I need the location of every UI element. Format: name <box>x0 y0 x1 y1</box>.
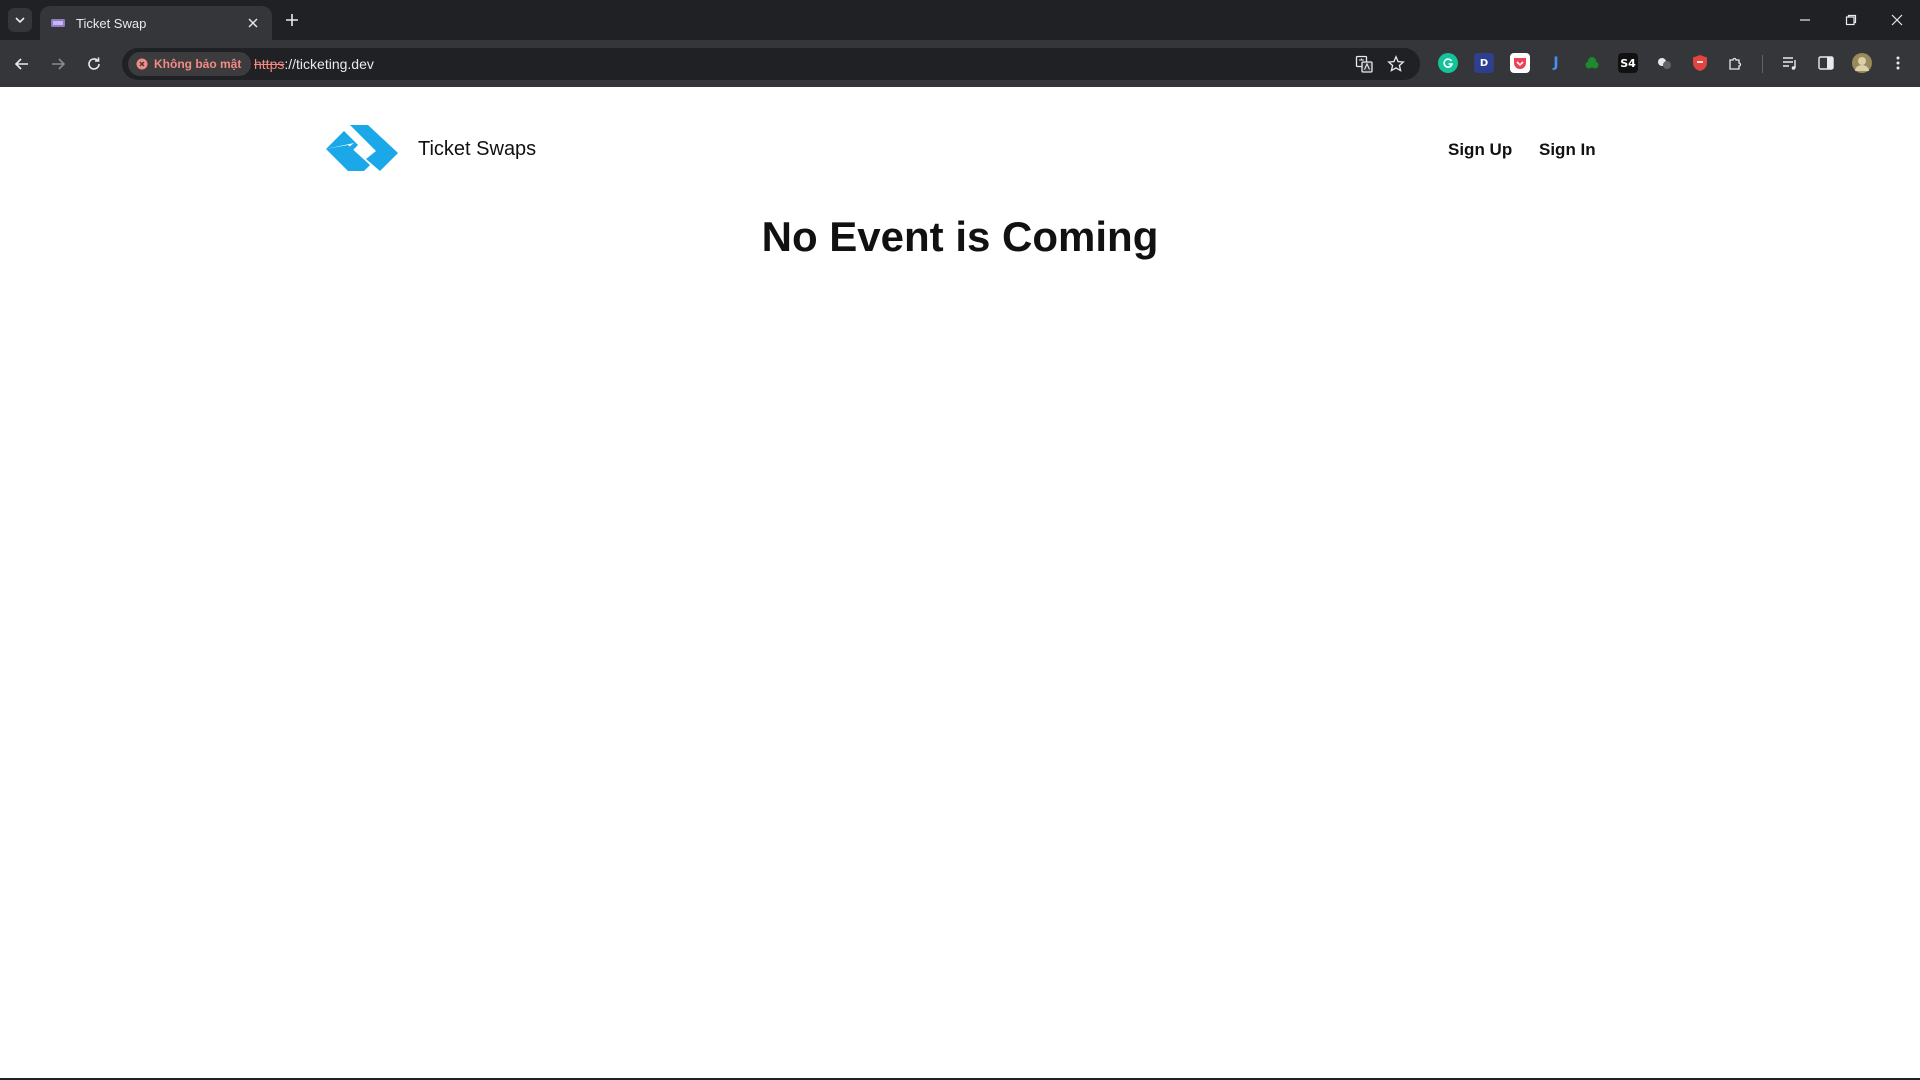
url-text[interactable]: https://ticketing.dev <box>254 56 374 72</box>
reload-icon <box>88 57 100 70</box>
url-scheme: https <box>254 56 285 72</box>
translate-icon[interactable] <box>1354 54 1374 74</box>
plus-icon <box>286 14 298 26</box>
puzzle-dark-icon[interactable] <box>1654 53 1674 73</box>
d-extension-label: D <box>1479 57 1489 69</box>
arrow-right-icon <box>52 58 66 70</box>
security-chip[interactable]: Không bảo mật <box>128 52 252 76</box>
s4-extension-icon[interactable]: S4 <box>1618 53 1638 73</box>
bookmark-star-icon[interactable] <box>1386 54 1406 74</box>
tab-title: Ticket Swap <box>76 15 147 31</box>
url-host: ://ticketing.dev <box>284 56 374 72</box>
new-tab-button[interactable] <box>282 10 302 30</box>
ticket-swaps-logo-icon <box>326 125 398 171</box>
brand-home-link[interactable]: Ticket Swaps <box>324 123 536 175</box>
close-icon <box>1891 14 1903 26</box>
green-leaf-icon[interactable] <box>1582 53 1602 73</box>
extensions-puzzle-icon[interactable] <box>1726 53 1746 73</box>
tab-search-button[interactable] <box>8 8 32 32</box>
page-headline: No Event is Coming <box>761 213 1159 260</box>
restore-icon <box>1845 14 1857 26</box>
minimize-button[interactable] <box>1793 8 1817 32</box>
restore-button[interactable] <box>1839 8 1863 32</box>
page-viewport: Ticket Swaps Sign Up Sign In No Event is… <box>0 87 1920 1078</box>
arrow-left-icon <box>14 58 28 70</box>
reload-button[interactable] <box>82 52 106 76</box>
s4-extension-label: S4 <box>1620 56 1636 70</box>
chevron-down-icon <box>15 17 25 24</box>
ticket-favicon-icon <box>51 19 65 27</box>
forward-button[interactable] <box>46 52 70 76</box>
browser-toolbar: Không bảo mật https://ticketing.dev D J … <box>0 40 1920 87</box>
tab-strip: Ticket Swap <box>0 0 1920 40</box>
back-button[interactable] <box>10 52 34 76</box>
brand-name: Ticket Swaps <box>418 137 537 160</box>
security-label: Không bảo mật <box>154 57 242 71</box>
j-extension-label: J <box>1553 55 1559 71</box>
media-queue-icon[interactable] <box>1780 53 1800 73</box>
minimize-icon <box>1800 19 1810 21</box>
close-window-button[interactable] <box>1885 8 1909 32</box>
sign-up-link[interactable]: Sign Up <box>1448 140 1512 160</box>
profile-avatar[interactable] <box>1852 53 1872 73</box>
active-tab[interactable]: Ticket Swap <box>40 6 272 40</box>
side-panel-icon[interactable] <box>1816 53 1836 73</box>
grammarly-icon[interactable] <box>1438 53 1458 73</box>
shield-red-icon[interactable] <box>1690 53 1710 73</box>
sign-in-link[interactable]: Sign In <box>1539 140 1596 160</box>
pocket-icon[interactable] <box>1510 53 1530 73</box>
tab-close-icon[interactable] <box>244 14 262 32</box>
d-extension-icon[interactable]: D <box>1474 53 1494 73</box>
address-bar[interactable]: Không bảo mật https://ticketing.dev <box>122 48 1420 80</box>
not-secure-icon <box>136 58 148 70</box>
toolbar-divider <box>1762 55 1763 73</box>
more-menu-icon[interactable] <box>1888 53 1908 73</box>
j-extension-icon[interactable]: J <box>1546 53 1566 73</box>
